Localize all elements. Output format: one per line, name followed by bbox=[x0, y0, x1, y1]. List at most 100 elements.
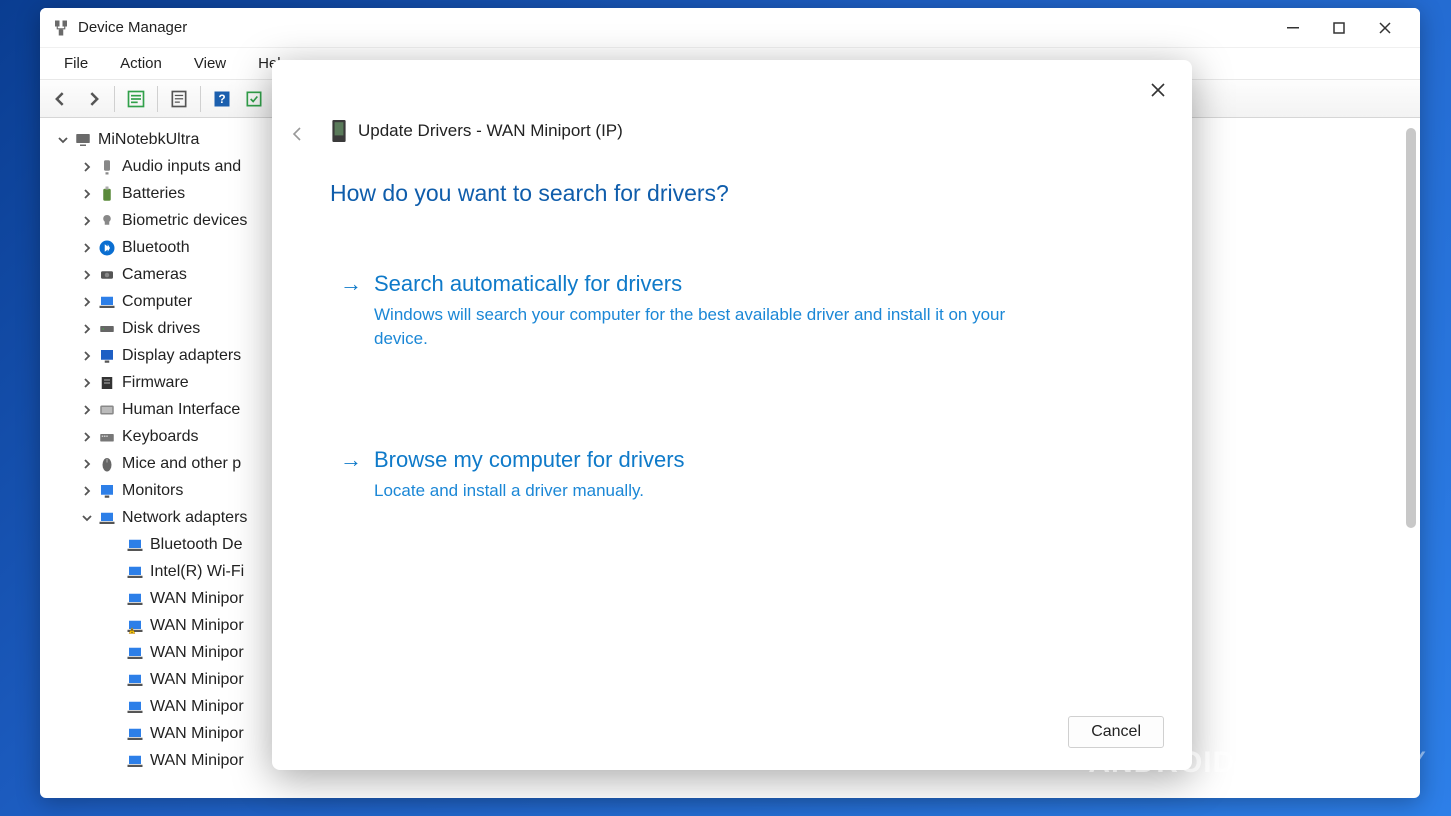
tree-spacer bbox=[108, 538, 122, 552]
option-browse-computer[interactable]: → Browse my computer for drivers Locate … bbox=[340, 441, 1134, 509]
svg-text:?: ? bbox=[218, 93, 225, 106]
update-drivers-dialog: Update Drivers - WAN Miniport (IP) How d… bbox=[272, 60, 1192, 770]
category-icon bbox=[98, 185, 116, 203]
tree-category-label: Cameras bbox=[122, 266, 187, 284]
option-title: Search automatically for drivers bbox=[374, 271, 682, 297]
tree-spacer bbox=[108, 754, 122, 768]
toolbar-forward-button[interactable] bbox=[78, 84, 108, 114]
tree-device-label: WAN Minipor bbox=[150, 590, 244, 608]
tree-spacer bbox=[108, 727, 122, 741]
toolbar-properties-button[interactable] bbox=[164, 84, 194, 114]
chevron-right-icon[interactable] bbox=[80, 295, 94, 309]
tree-category-label: Computer bbox=[122, 293, 192, 311]
tree-spacer bbox=[108, 619, 122, 633]
option-description: Locate and install a driver manually. bbox=[374, 479, 1014, 503]
device-manager-icon bbox=[52, 19, 70, 37]
adapter-icon bbox=[126, 563, 144, 581]
chevron-right-icon[interactable] bbox=[80, 484, 94, 498]
tree-spacer bbox=[108, 673, 122, 687]
titlebar: Device Manager bbox=[40, 8, 1420, 48]
category-icon bbox=[98, 320, 116, 338]
tree-category-label: Biometric devices bbox=[122, 212, 247, 230]
cancel-button[interactable]: Cancel bbox=[1068, 716, 1164, 748]
tree-category-label: Network adapters bbox=[122, 509, 247, 527]
option-description: Windows will search your computer for th… bbox=[374, 303, 1014, 351]
category-icon bbox=[98, 401, 116, 419]
chevron-right-icon[interactable] bbox=[80, 322, 94, 336]
adapter-icon bbox=[126, 536, 144, 554]
chevron-right-icon[interactable] bbox=[80, 214, 94, 228]
computer-icon bbox=[74, 131, 92, 149]
chevron-down-icon[interactable] bbox=[80, 511, 94, 525]
device-icon bbox=[330, 120, 348, 142]
toolbar-separator bbox=[157, 86, 158, 112]
arrow-right-icon: → bbox=[340, 447, 362, 473]
adapter-icon bbox=[126, 752, 144, 770]
adapter-icon bbox=[126, 590, 144, 608]
tree-device-label: WAN Minipor bbox=[150, 671, 244, 689]
chevron-right-icon[interactable] bbox=[80, 187, 94, 201]
tree-device-label: Intel(R) Wi-Fi bbox=[150, 563, 244, 581]
toolbar-separator bbox=[200, 86, 201, 112]
category-icon bbox=[98, 455, 116, 473]
option-search-automatically[interactable]: → Search automatically for drivers Windo… bbox=[340, 265, 1134, 357]
adapter-icon bbox=[126, 725, 144, 743]
chevron-right-icon[interactable] bbox=[80, 349, 94, 363]
close-button[interactable] bbox=[1362, 12, 1408, 44]
menu-view[interactable]: View bbox=[178, 51, 242, 76]
category-icon bbox=[98, 509, 116, 527]
chevron-right-icon[interactable] bbox=[80, 160, 94, 174]
tree-root-label: MiNotebkUltra bbox=[98, 131, 199, 149]
toolbar-scan-button[interactable] bbox=[239, 84, 269, 114]
category-icon bbox=[98, 266, 116, 284]
minimize-button[interactable] bbox=[1270, 12, 1316, 44]
tree-spacer bbox=[108, 646, 122, 660]
maximize-button[interactable] bbox=[1316, 12, 1362, 44]
category-icon bbox=[98, 428, 116, 446]
adapter-icon bbox=[126, 698, 144, 716]
window-title: Device Manager bbox=[78, 19, 1270, 36]
category-icon bbox=[98, 482, 116, 500]
tree-device-label: WAN Minipor bbox=[150, 644, 244, 662]
toolbar-separator bbox=[114, 86, 115, 112]
dialog-title: Update Drivers - WAN Miniport (IP) bbox=[358, 121, 623, 141]
category-icon bbox=[98, 374, 116, 392]
tree-device-label: WAN Minipor bbox=[150, 752, 244, 770]
chevron-right-icon[interactable] bbox=[80, 403, 94, 417]
tree-category-label: Mice and other p bbox=[122, 455, 241, 473]
window-controls bbox=[1270, 12, 1408, 44]
tree-category-label: Disk drives bbox=[122, 320, 200, 338]
scrollbar[interactable] bbox=[1406, 128, 1416, 528]
dialog-back-button[interactable] bbox=[284, 120, 312, 148]
dialog-header: Update Drivers - WAN Miniport (IP) bbox=[330, 120, 1164, 142]
dialog-footer: Cancel bbox=[300, 708, 1164, 752]
chevron-down-icon[interactable] bbox=[56, 133, 70, 147]
menu-file[interactable]: File bbox=[48, 51, 104, 76]
adapter-warning-icon bbox=[126, 617, 144, 635]
tree-category-label: Display adapters bbox=[122, 347, 241, 365]
tree-spacer bbox=[108, 565, 122, 579]
tree-category-label: Bluetooth bbox=[122, 239, 190, 257]
toolbar-back-button[interactable] bbox=[46, 84, 76, 114]
chevron-right-icon[interactable] bbox=[80, 241, 94, 255]
adapter-icon bbox=[126, 671, 144, 689]
dialog-question: How do you want to search for drivers? bbox=[330, 180, 1164, 207]
menu-action[interactable]: Action bbox=[104, 51, 178, 76]
option-title: Browse my computer for drivers bbox=[374, 447, 685, 473]
toolbar-help-button[interactable]: ? bbox=[207, 84, 237, 114]
chevron-right-icon[interactable] bbox=[80, 268, 94, 282]
chevron-right-icon[interactable] bbox=[80, 457, 94, 471]
tree-category-label: Batteries bbox=[122, 185, 185, 203]
chevron-right-icon[interactable] bbox=[80, 376, 94, 390]
chevron-right-icon[interactable] bbox=[80, 430, 94, 444]
category-icon bbox=[98, 239, 116, 257]
tree-spacer bbox=[108, 592, 122, 606]
tree-spacer bbox=[108, 700, 122, 714]
category-icon bbox=[98, 347, 116, 365]
tree-device-label: Bluetooth De bbox=[150, 536, 243, 554]
tree-category-label: Keyboards bbox=[122, 428, 199, 446]
toolbar-show-hide-button[interactable] bbox=[121, 84, 151, 114]
category-icon bbox=[98, 293, 116, 311]
tree-category-label: Audio inputs and bbox=[122, 158, 241, 176]
dialog-close-button[interactable] bbox=[1142, 74, 1174, 106]
